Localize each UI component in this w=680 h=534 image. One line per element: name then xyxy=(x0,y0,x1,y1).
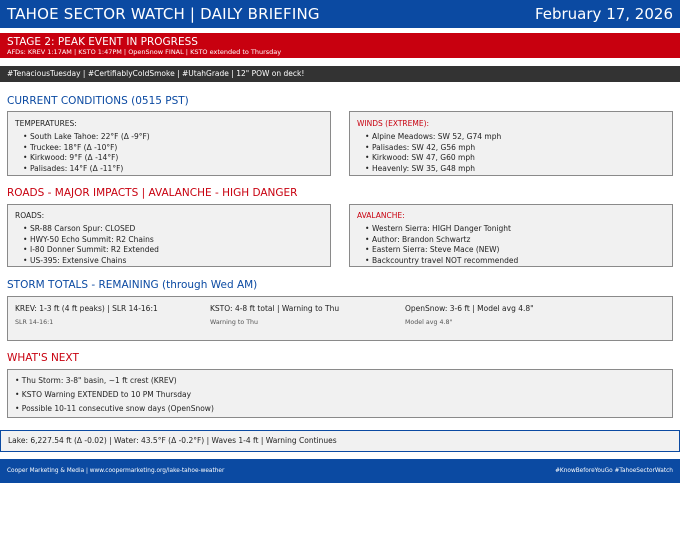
hashtag-bar: #TenaciousTuesday | #CertifiablyColdSmok… xyxy=(0,66,680,82)
list-item: Western Sierra: HIGH Danger Tonight xyxy=(365,224,665,235)
list-item: Kirkwood: SW 47, G60 mph xyxy=(365,153,665,164)
list-item: Kirkwood: 9°F (Δ -14°F) xyxy=(23,153,323,164)
whats-next-heading: WHAT'S NEXT xyxy=(7,352,79,364)
temperatures-label: TEMPERATURES: xyxy=(15,119,77,128)
storm-col-ksto: KSTO: 4-8 ft total | Warning to Thu Warn… xyxy=(210,304,405,333)
list-item: Truckee: 18°F (Δ -10°F) xyxy=(23,143,323,154)
footer-bar: Cooper Marketing & Media | www.coopermar… xyxy=(0,459,680,483)
list-item: SR-88 Carson Spur: CLOSED xyxy=(23,224,323,235)
winds-label: WINDS (EXTREME): xyxy=(357,119,430,128)
stage-banner: STAGE 2: PEAK EVENT IN PROGRESS AFDs: KR… xyxy=(0,33,680,58)
storm-totals-box: KREV: 1-3 ft (4 ft peaks) | SLR 14-16:1 … xyxy=(7,296,673,341)
list-item: Palisades: SW 42, G56 mph xyxy=(365,143,665,154)
storm-main: KSTO: 4-8 ft total | Warning to Thu xyxy=(210,304,340,313)
list-item: Eastern Sierra: Steve Mace (NEW) xyxy=(365,245,665,256)
avalanche-box: AVALANCHE: Western Sierra: HIGH Danger T… xyxy=(349,204,673,267)
roads-heading: ROADS - MAJOR IMPACTS | AVALANCHE - HIGH… xyxy=(7,187,298,199)
list-item: Author: Brandon Schwartz xyxy=(365,235,665,246)
storm-sub: Model avg 4.8" xyxy=(405,318,453,326)
storm-main: OpenSnow: 3-6 ft | Model avg 4.8" xyxy=(405,304,534,313)
avalanche-label: AVALANCHE: xyxy=(357,211,405,220)
lake-status-bar: Lake: 6,227.54 ft (Δ -0.02) | Water: 43.… xyxy=(0,430,680,452)
list-item: • Thu Storm: 3-8" basin, ~1 ft crest (KR… xyxy=(15,376,177,385)
briefing-date: February 17, 2026 xyxy=(534,5,673,23)
roads-box: ROADS: SR-88 Carson Spur: CLOSED HWY-50 … xyxy=(7,204,331,267)
storm-col-krev: KREV: 1-3 ft (4 ft peaks) | SLR 14-16:1 … xyxy=(15,304,210,333)
list-item: HWY-50 Echo Summit: R2 Chains xyxy=(23,235,323,246)
storm-main: KREV: 1-3 ft (4 ft peaks) | SLR 14-16:1 xyxy=(15,304,158,313)
storm-sub: SLR 14-16:1 xyxy=(15,318,54,326)
header-bar: TAHOE SECTOR WATCH | DAILY BRIEFING Febr… xyxy=(0,0,680,28)
list-item: Palisades: 14°F (Δ -11°F) xyxy=(23,164,323,175)
list-item: Backcountry travel NOT recommended xyxy=(365,256,665,267)
list-item: I-80 Donner Summit: R2 Extended xyxy=(23,245,323,256)
conditions-heading: CURRENT CONDITIONS (0515 PST) xyxy=(7,95,189,107)
storm-col-opensnow: OpenSnow: 3-6 ft | Model avg 4.8" Model … xyxy=(405,304,645,333)
briefing-title: TAHOE SECTOR WATCH | DAILY BRIEFING xyxy=(7,5,320,23)
whats-next-box: • Thu Storm: 3-8" basin, ~1 ft crest (KR… xyxy=(7,369,673,418)
list-item: • KSTO Warning EXTENDED to 10 PM Thursda… xyxy=(15,389,192,399)
list-item: • Possible 10-11 consecutive snow days (… xyxy=(15,403,214,413)
list-item: South Lake Tahoe: 22°F (Δ -9°F) xyxy=(23,132,323,143)
temperatures-box: TEMPERATURES: South Lake Tahoe: 22°F (Δ … xyxy=(7,111,331,176)
list-item: Alpine Meadows: SW 52, G74 mph xyxy=(365,132,665,143)
storm-sub: Warning to Thu xyxy=(210,318,259,326)
afd-line: AFDs: KREV 1:17AM | KSTO 1:47PM | OpenSn… xyxy=(7,48,282,56)
roads-label: ROADS: xyxy=(15,211,45,220)
list-item: Heavenly: SW 35, G48 mph xyxy=(365,164,665,175)
list-item: US-395: Extensive Chains xyxy=(23,256,323,267)
footer-credit: Cooper Marketing & Media | www.coopermar… xyxy=(7,468,225,474)
winds-box: WINDS (EXTREME): Alpine Meadows: SW 52, … xyxy=(349,111,673,176)
footer-hashtags: #KnowBeforeYouGo #TahoeSectorWatch xyxy=(555,468,673,474)
storm-heading: STORM TOTALS - REMAINING (through Wed AM… xyxy=(7,279,258,291)
stage-title: STAGE 2: PEAK EVENT IN PROGRESS xyxy=(7,36,198,48)
